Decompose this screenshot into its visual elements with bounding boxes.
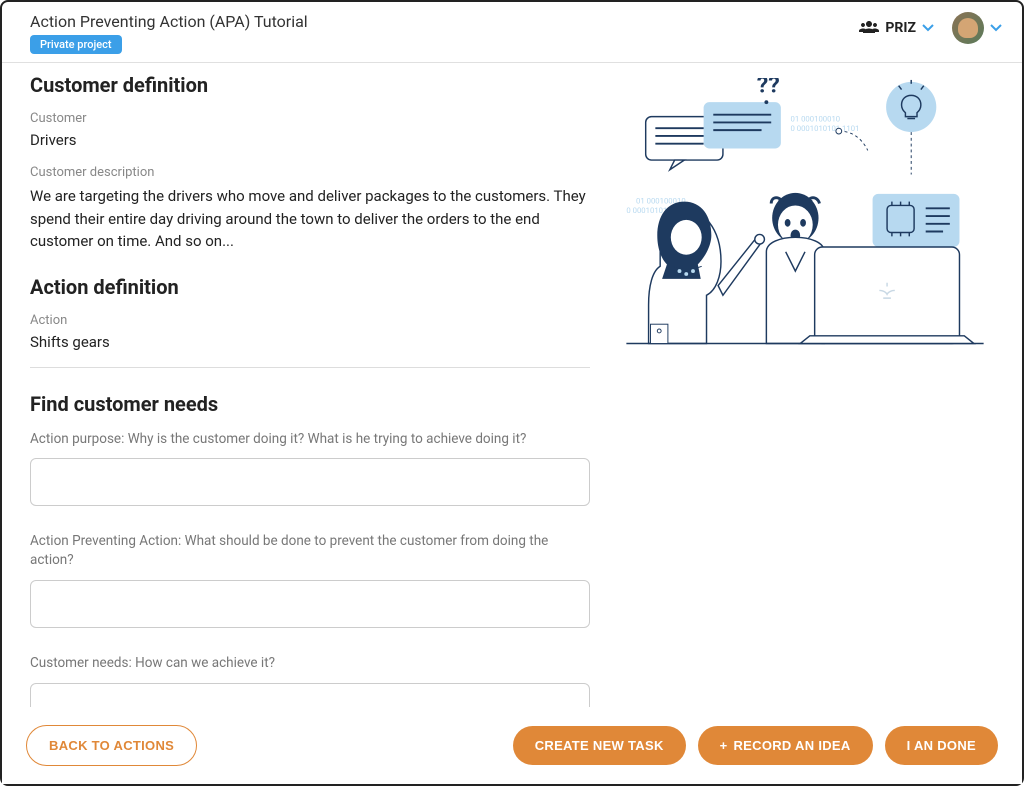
svg-text:0 0001010101 1101: 0 0001010101 1101 [791,124,860,133]
apa-input[interactable] [30,580,590,628]
footer: BACK TO ACTIONS CREATE NEW TASK + RECORD… [2,707,1022,784]
customer-label: Customer [30,111,590,126]
done-button[interactable]: I AN DONE [885,726,998,765]
action-purpose-input[interactable] [30,458,590,506]
team-icon [859,19,879,38]
page-title: Action Preventing Action (APA) Tutorial [30,12,308,31]
customer-needs-label: Customer needs: How can we achieve it? [30,654,590,673]
header-left: Action Preventing Action (APA) Tutorial … [30,12,308,54]
user-menu[interactable] [952,12,1002,44]
customer-definition-heading: Customer definition [30,73,590,97]
team-selector[interactable]: PRIZ [859,19,934,38]
back-to-actions-button[interactable]: BACK TO ACTIONS [26,725,197,766]
svg-text:??: ?? [757,78,780,98]
divider [30,367,590,368]
content: Customer definition Customer Drivers Cus… [2,63,1022,715]
customer-description-label: Customer description [30,165,590,180]
illustration: ?? 01 000100010 0 0001010101 1101 01 000… [620,78,990,358]
record-idea-label: RECORD AN IDEA [733,738,850,753]
avatar [952,12,984,44]
private-project-badge: Private project [30,35,122,54]
record-idea-button[interactable]: + RECORD AN IDEA [698,726,873,765]
customer-description-value: We are targeting the drivers who move an… [30,185,590,253]
customer-value: Drivers [30,131,590,149]
action-label: Action [30,313,590,328]
create-new-task-button[interactable]: CREATE NEW TASK [513,726,686,765]
svg-text:01 000100010: 01 000100010 [791,114,841,123]
action-value: Shifts gears [30,333,590,351]
header: Action Preventing Action (APA) Tutorial … [2,2,1022,63]
header-right: PRIZ [859,12,1002,44]
illustration-panel: ?? 01 000100010 0 0001010101 1101 01 000… [620,73,990,715]
team-name: PRIZ [885,20,916,36]
find-needs-heading: Find customer needs [30,392,590,416]
chevron-down-icon [922,20,934,36]
action-purpose-label: Action purpose: Why is the customer doin… [30,430,590,449]
apa-label: Action Preventing Action: What should be… [30,532,590,570]
action-definition-heading: Action definition [30,275,590,299]
chevron-down-icon [990,20,1002,36]
footer-right: CREATE NEW TASK + RECORD AN IDEA I AN DO… [513,726,998,765]
plus-icon: + [720,738,728,753]
content-left: Customer definition Customer Drivers Cus… [30,73,590,715]
